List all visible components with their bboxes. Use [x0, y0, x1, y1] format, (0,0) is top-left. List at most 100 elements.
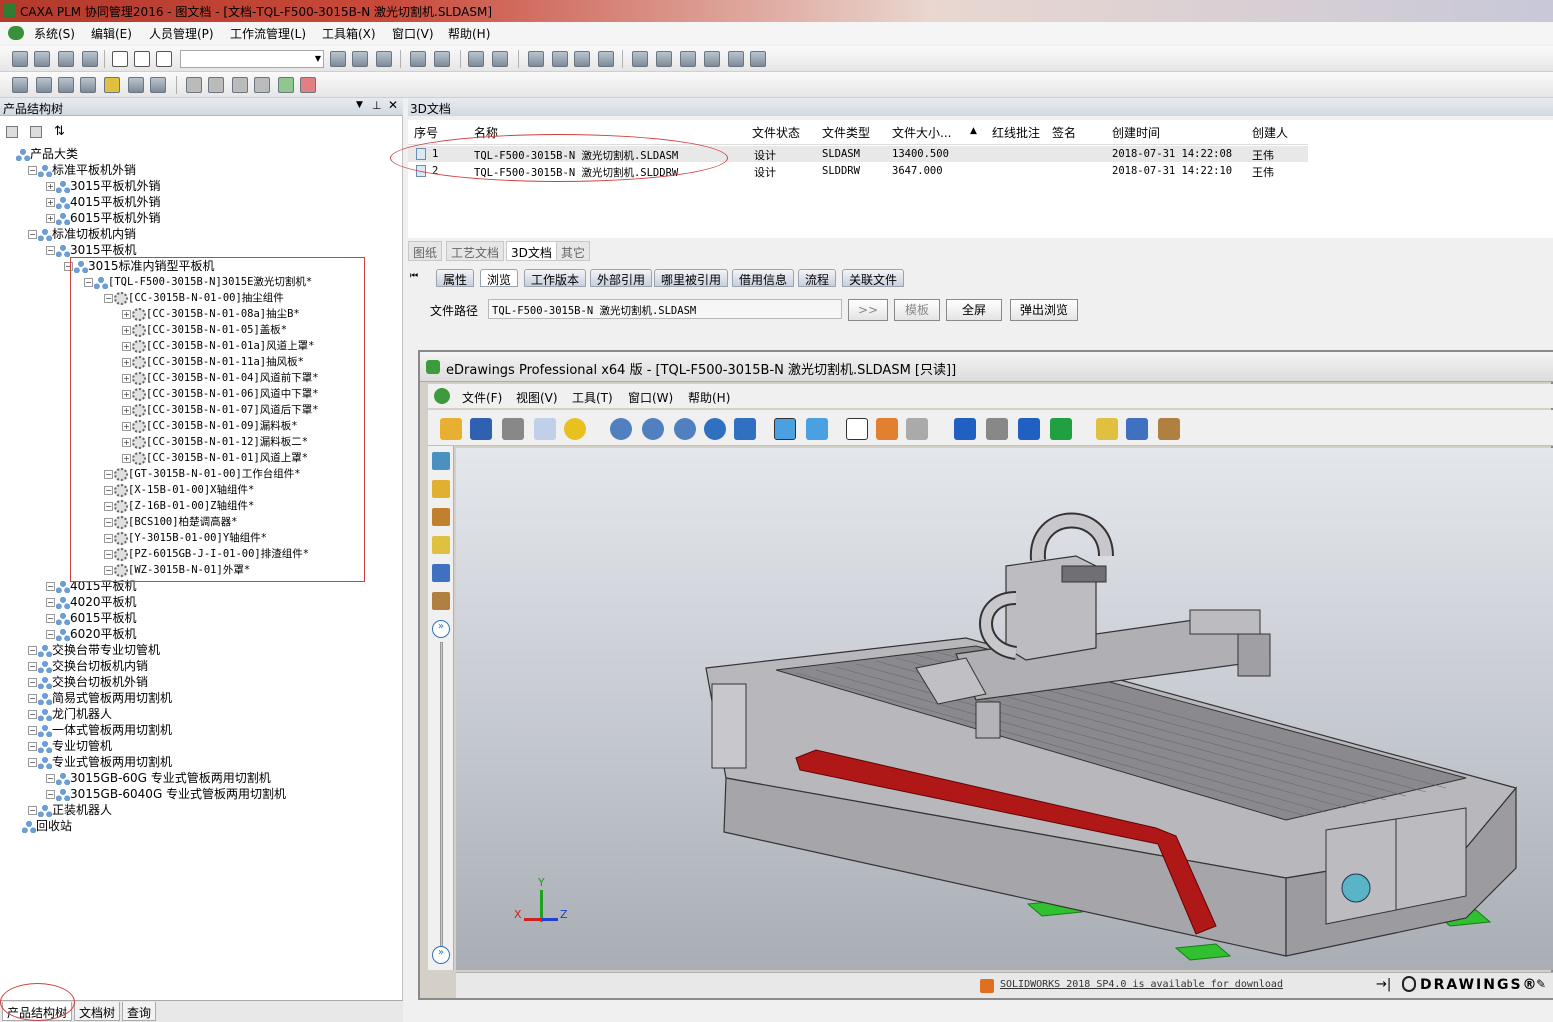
ed-menu-view[interactable]: 视图(V) — [516, 389, 558, 406]
play-icon[interactable] — [1050, 418, 1072, 440]
new-icon[interactable] — [12, 51, 28, 67]
col-created[interactable]: 创建时间 — [1112, 124, 1160, 142]
tree-item[interactable]: 6015平板机 — [70, 610, 137, 626]
car-icon-2[interactable] — [552, 51, 568, 67]
expand-toggle-icon[interactable]: − — [28, 166, 37, 175]
checkin-icon[interactable] — [410, 51, 426, 67]
tab-process-docs[interactable]: 工艺文档 — [446, 241, 505, 261]
sort-asc-icon[interactable]: ▲ — [970, 126, 977, 136]
tab-drawings[interactable]: 图纸 — [408, 241, 443, 261]
tool-icon-2[interactable] — [656, 51, 672, 67]
3d-viewport[interactable]: X Y Z — [456, 448, 1553, 970]
tree-item[interactable]: 一体式管板两用切割机 — [52, 722, 172, 738]
pan-icon[interactable] — [734, 418, 756, 440]
export-icon[interactable] — [492, 51, 508, 67]
tool-icon-3[interactable] — [680, 51, 696, 67]
tree-item[interactable]: 简易式管板两用切割机 — [52, 690, 172, 706]
delete-icon[interactable] — [598, 51, 614, 67]
tree-item[interactable]: 4015平板机外销 — [70, 194, 161, 210]
expand-toggle-icon[interactable]: − — [46, 614, 55, 623]
zoom-icon[interactable] — [674, 418, 696, 440]
tree-item[interactable]: 6020平板机 — [70, 626, 137, 642]
tree-item[interactable]: 3015平板机 — [70, 242, 137, 258]
expand-icon-bottom[interactable]: » — [432, 946, 450, 964]
gear-icon-2[interactable] — [750, 51, 766, 67]
tree-item[interactable]: 3015平板机外销 — [70, 178, 161, 194]
tree-item[interactable]: 6015平板机外销 — [70, 210, 161, 226]
expand-toggle-icon[interactable]: − — [46, 246, 55, 255]
col-no[interactable]: 序号 — [414, 124, 438, 142]
update-link[interactable]: SOLIDWORKS 2018 SP4.0 is available for d… — [1000, 979, 1283, 990]
explode-icon[interactable] — [906, 418, 928, 440]
rotate-icon[interactable] — [704, 418, 726, 440]
sheets-icon[interactable] — [432, 480, 450, 498]
find-icon[interactable] — [330, 51, 346, 67]
move-top-icon[interactable] — [186, 77, 202, 93]
struct-icon-2[interactable] — [36, 77, 52, 93]
next-frame-icon[interactable] — [1018, 418, 1040, 440]
tree-item[interactable]: 专业式管板两用切割机 — [52, 754, 172, 770]
tool-icon-4[interactable] — [704, 51, 720, 67]
menu-window[interactable]: 窗口(V) — [392, 25, 434, 42]
tab-borrow-info[interactable]: 借用信息 — [732, 269, 795, 287]
filter-icon[interactable] — [376, 51, 392, 67]
home-icon[interactable] — [876, 418, 898, 440]
tree-item[interactable]: 正装机器人 — [52, 802, 112, 818]
stop-icon[interactable] — [986, 418, 1008, 440]
uncheck-icon[interactable] — [300, 77, 316, 93]
check-icon[interactable] — [278, 77, 294, 93]
menu-workflow[interactable]: 工作流管理(L) — [230, 25, 306, 42]
tree-item[interactable]: 3015GB-6040G 专业式管板两用切割机 — [70, 786, 286, 802]
markup-icon[interactable] — [432, 508, 450, 526]
tab-other[interactable]: 其它 — [556, 241, 591, 261]
col-redline[interactable]: 红线批注 — [992, 124, 1040, 142]
struct-icon-1[interactable] — [12, 77, 28, 93]
tab-external-ref[interactable]: 外部引用 — [590, 269, 653, 287]
paste-icon[interactable] — [156, 51, 172, 67]
save-icon[interactable] — [470, 418, 492, 440]
print-icon[interactable] — [502, 418, 524, 440]
save-icon[interactable] — [58, 51, 74, 67]
expand-toggle-icon[interactable]: − — [28, 758, 37, 767]
ed-menu-file[interactable]: 文件(F) — [462, 389, 502, 406]
select-icon[interactable] — [846, 418, 868, 440]
car-icon[interactable] — [528, 51, 544, 67]
menu-toolbox[interactable]: 工具箱(X) — [322, 25, 376, 42]
system-icon[interactable] — [8, 26, 24, 40]
expand-toggle-icon[interactable]: + — [46, 198, 55, 207]
expand-toggle-icon[interactable]: − — [28, 726, 37, 735]
gear-icon[interactable] — [728, 51, 744, 67]
col-size[interactable]: 文件大小... — [892, 124, 951, 142]
col-type[interactable]: 文件类型 — [822, 124, 870, 142]
tab-3d-docs[interactable]: 3D文档 — [506, 241, 557, 261]
side-splitter[interactable] — [440, 642, 443, 952]
tab-related-files[interactable]: 关联文件 — [842, 269, 905, 287]
pen-icon[interactable]: ✎ — [1536, 977, 1546, 991]
mail-icon[interactable] — [534, 418, 556, 440]
tree-item[interactable]: 4020平板机 — [70, 594, 137, 610]
col-status[interactable]: 文件状态 — [752, 124, 800, 142]
print-icon[interactable] — [82, 51, 98, 67]
popup-browse-button[interactable]: 弹出浏览 — [1010, 299, 1078, 321]
move-bottom-icon[interactable] — [254, 77, 270, 93]
move-down-icon[interactable] — [232, 77, 248, 93]
expand-toggle-icon[interactable]: − — [28, 662, 37, 671]
tree-item[interactable]: 专业切管机 — [52, 738, 112, 754]
more-button[interactable]: >> — [848, 299, 888, 321]
col-sign[interactable]: 签名 — [1052, 124, 1076, 142]
menu-system[interactable]: 系统(S) — [34, 25, 75, 42]
expand-toggle-icon[interactable]: − — [28, 742, 37, 751]
components-icon[interactable] — [432, 452, 450, 470]
stamp-icon[interactable] — [1158, 418, 1180, 440]
menu-help[interactable]: 帮助(H) — [448, 25, 490, 42]
measure-side-icon[interactable] — [432, 536, 450, 554]
tree-item-recycle-bin[interactable]: 回收站 — [36, 818, 72, 834]
tab-document-tree[interactable]: 文档树 — [74, 1002, 121, 1021]
template-button[interactable]: 模板 — [894, 299, 940, 321]
tab-browse[interactable]: 浏览 — [480, 269, 519, 287]
tab-where-used[interactable]: 哪里被引用 — [654, 269, 729, 287]
copy-icon[interactable] — [134, 51, 150, 67]
tree-item[interactable]: 3015GB-60G 专业式管板两用切割机 — [70, 770, 271, 786]
search-icon[interactable] — [352, 51, 368, 67]
import-icon[interactable] — [468, 51, 484, 67]
